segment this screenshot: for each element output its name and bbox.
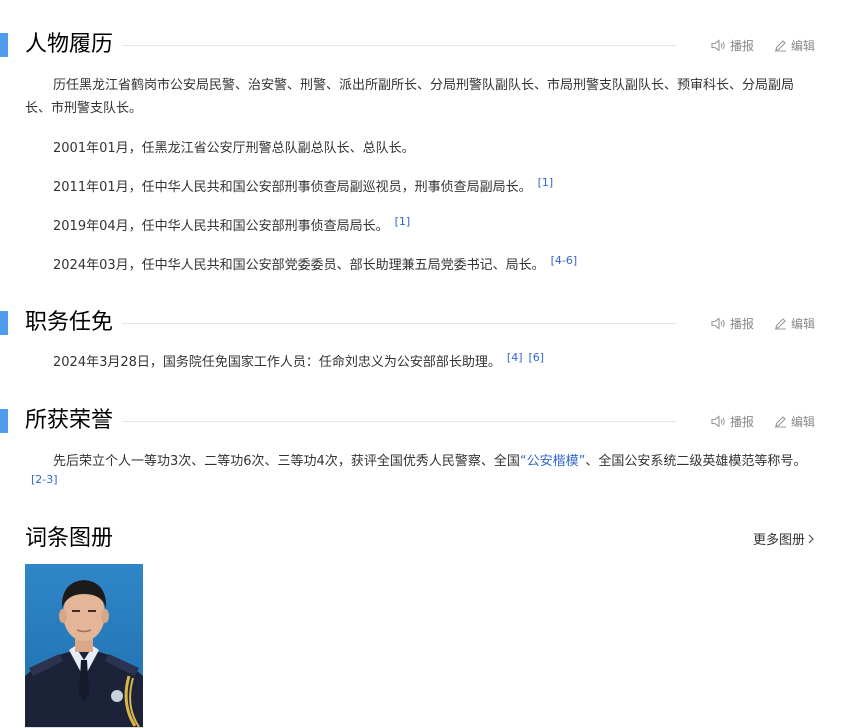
citation-link[interactable]: [4] [507,351,523,364]
pencil-icon [774,39,786,51]
edit-label: 编辑 [790,38,815,53]
section-accent-bar [0,409,8,433]
section-honors: 所获荣誉 播报 编辑 [0,406,841,436]
paragraph-text: 先后荣立个人一等功3次、二等功6次、三等功4次，获评全国优秀人民警察、全国 [53,454,520,469]
paragraph-text: 2001年01月，任黑龙江省公安厅刑警总队副总队长、总队长。 [53,141,415,156]
section-divider [122,45,677,46]
album-photo[interactable] [25,564,143,728]
section-header: 职务任免 播报 编辑 [0,308,841,338]
career-paragraph-2: 2001年01月，任黑龙江省公安厅刑警总队副总队长、总队长。 [25,137,817,160]
section-header: 所获荣誉 播报 编辑 [0,406,841,436]
career-paragraph-5: 2024年03月，任中华人民共和国公安部党委委员、部长助理兼五局党委书记、局长。… [25,254,817,277]
edit-button[interactable]: 编辑 [774,315,815,332]
speaker-icon [711,316,725,330]
section-title: 所获荣誉 [25,408,114,433]
section-title: 职务任免 [25,310,114,335]
career-paragraph-3: 2011年01月，任中华人民共和国公安部刑事侦查局副巡视员，刑事侦查局副局长。 [… [25,176,817,199]
portrait-image [25,564,143,727]
appointment-paragraph: 2024年3月28日，国务院任免国家工作人员：任命刘忠义为公安部部长助理。 [4]… [25,351,817,374]
edit-button[interactable]: 编辑 [774,413,815,430]
citation-link[interactable]: [4-6] [551,254,578,267]
section-header: 人物履历 播报 编辑 [0,30,841,60]
paragraph-text: 2024年3月28日，国务院任免国家工作人员：任命刘忠义为公安部部长助理。 [53,355,501,370]
citation-link[interactable]: [2-3] [31,473,58,486]
report-label: 播报 [729,414,754,429]
report-button[interactable]: 播报 [711,315,754,332]
more-album-label: 更多图册 [752,533,805,548]
speaker-icon [711,414,725,428]
career-paragraph-4: 2019年04月，任中华人民共和国公安部刑事侦查局局长。 [1] [25,215,817,238]
album-title: 词条图册 [25,526,114,551]
section-tools: 播报 编辑 [711,412,815,430]
section-tools: 播报 编辑 [711,36,815,54]
edit-button[interactable]: 编辑 [774,37,815,54]
report-button[interactable]: 播报 [711,413,754,430]
section-appointment: 职务任免 播报 编辑 [0,308,841,338]
report-label: 播报 [729,38,754,53]
chevron-right-icon [808,534,814,543]
section-career: 人物履历 播报 编辑 [0,30,841,60]
citation-link[interactable]: [1] [395,215,411,228]
section-tools: 播报 编辑 [711,314,815,332]
citation-link[interactable]: [6] [529,351,545,364]
more-album-link[interactable]: 更多图册 [753,529,815,548]
pencil-icon [774,317,786,329]
speaker-icon [711,38,725,52]
report-button[interactable]: 播报 [711,37,754,54]
pencil-icon [774,415,786,427]
career-paragraph-1: 历任黑龙江省鹤岗市公安局民警、治安警、刑警、派出所副所长、分局刑警队副队长、市局… [25,74,817,120]
paragraph-text: 历任黑龙江省鹤岗市公安局民警、治安警、刑警、派出所副所长、分局刑警队副队长、市局… [25,78,795,116]
section-divider [122,421,677,422]
edit-label: 编辑 [790,316,815,331]
honor-link[interactable]: “公安楷模” [520,454,585,469]
paragraph-text: 2019年04月，任中华人民共和国公安部刑事侦查局局长。 [53,219,389,234]
section-accent-bar [0,311,8,335]
honors-paragraph: 先后荣立个人一等功3次、二等功6次、三等功4次，获评全国优秀人民警察、全国“公安… [25,450,817,496]
paragraph-text: 2024年03月，任中华人民共和国公安部党委委员、部长助理兼五局党委书记、局长。 [53,258,545,273]
section-title: 人物履历 [25,32,114,57]
section-accent-bar [0,33,8,57]
edit-label: 编辑 [790,414,815,429]
paragraph-text: 、全国公安系统二级英雄模范等称号。 [585,454,807,469]
section-divider [122,323,677,324]
paragraph-text: 2011年01月，任中华人民共和国公安部刑事侦查局副巡视员，刑事侦查局副局长。 [53,180,532,195]
report-label: 播报 [729,316,754,331]
citation-link[interactable]: [1] [538,176,554,189]
